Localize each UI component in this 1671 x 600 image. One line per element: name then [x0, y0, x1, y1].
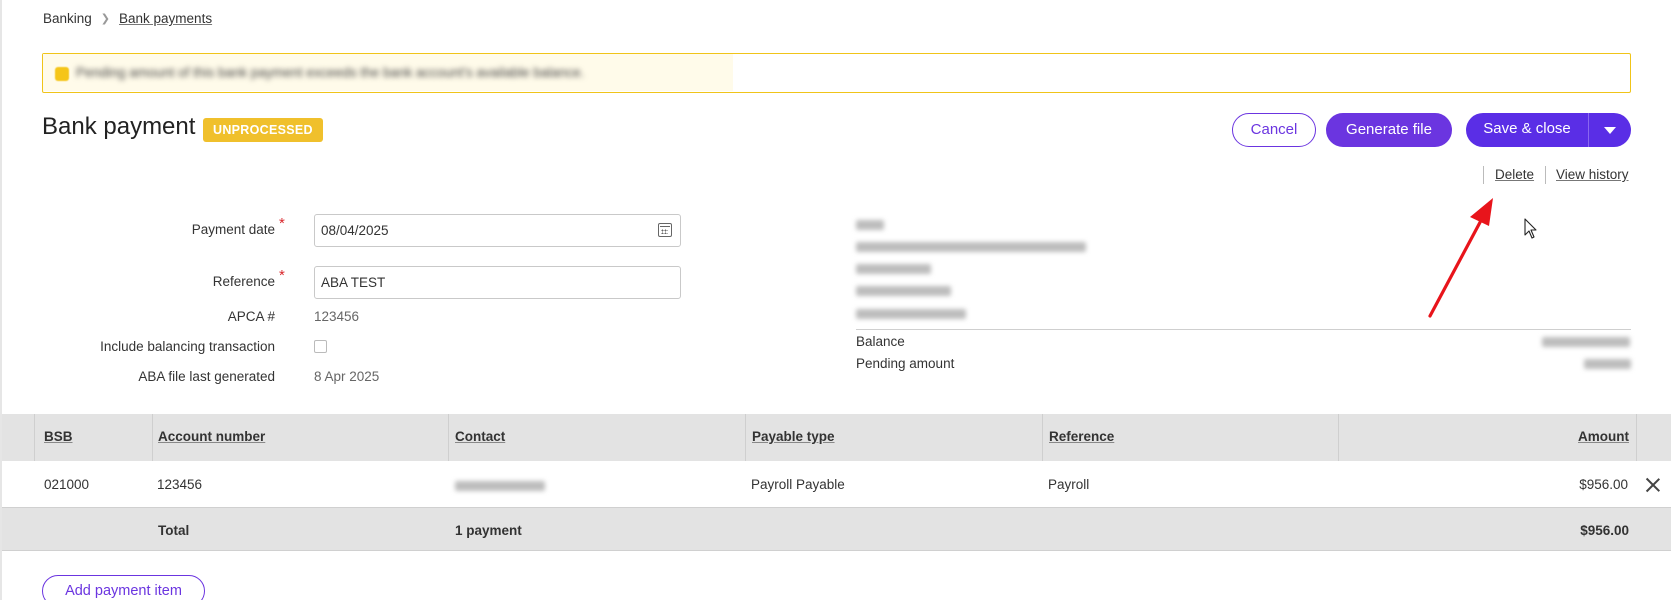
column-divider — [1636, 414, 1637, 461]
breadcrumb-banking[interactable]: Banking — [43, 11, 92, 26]
pending-amount-label: Pending amount — [856, 356, 955, 371]
total-label: Total — [158, 523, 190, 538]
reference-value: ABA TEST — [321, 275, 386, 290]
generate-file-button[interactable]: Generate file — [1326, 113, 1452, 147]
breadcrumb-bank-payments[interactable]: Bank payments — [119, 11, 212, 26]
caret-down-icon — [1604, 127, 1616, 134]
redacted-balance-value — [1542, 337, 1630, 347]
action-divider — [1545, 166, 1546, 184]
info-divider — [856, 329, 1631, 330]
warning-icon — [55, 67, 69, 81]
redacted-account-line — [856, 242, 1086, 252]
required-marker: * — [279, 267, 285, 284]
column-divider — [1338, 414, 1339, 461]
add-payment-item-button[interactable]: Add payment item — [42, 575, 205, 600]
column-divider — [34, 414, 35, 461]
cell-reference: Payroll — [1048, 477, 1090, 492]
cell-bsb: 021000 — [44, 477, 90, 492]
view-history-link[interactable]: View history — [1556, 167, 1629, 182]
cell-payable-type: Payroll Payable — [751, 477, 845, 492]
column-divider — [448, 414, 449, 461]
cell-amount: $956.00 — [1579, 477, 1628, 492]
delete-link[interactable]: Delete — [1495, 167, 1534, 182]
page-title: Bank payment — [42, 113, 196, 140]
redacted-account-line — [856, 264, 931, 274]
balance-label: Balance — [856, 334, 905, 349]
payment-date-value: 08/04/2025 — [321, 223, 389, 238]
total-count: 1 payment — [455, 523, 522, 538]
apca-label: APCA # — [227, 309, 275, 324]
save-options-dropdown-button[interactable] — [1588, 113, 1631, 147]
table-header: BSB Account number Contact Payable type … — [2, 414, 1671, 461]
total-amount: $956.00 — [1580, 523, 1629, 538]
remove-row-close-icon[interactable] — [1645, 477, 1660, 492]
column-divider — [152, 414, 153, 461]
balancing-label: Include balancing transaction — [100, 339, 275, 354]
column-header-amount[interactable]: Amount — [1578, 429, 1629, 444]
cell-contact-redacted — [455, 481, 545, 491]
cancel-button[interactable]: Cancel — [1232, 113, 1316, 147]
redacted-account-line — [856, 286, 951, 296]
apca-value: 123456 — [314, 309, 360, 324]
warning-message: Pending amount of this bank payment exce… — [76, 65, 585, 80]
status-badge: UNPROCESSED — [203, 118, 323, 142]
required-marker: * — [279, 215, 285, 232]
save-and-close-button[interactable]: Save & close — [1466, 113, 1588, 147]
payment-date-field[interactable]: 08/04/2025 — [314, 214, 681, 247]
cell-account-number: 123456 — [157, 477, 203, 492]
payment-date-label: Payment date — [191, 222, 275, 237]
column-divider — [745, 414, 746, 461]
calendar-icon[interactable] — [658, 223, 672, 237]
redacted-pending-value — [1584, 359, 1631, 369]
column-divider — [1042, 414, 1043, 461]
reference-label: Reference — [212, 274, 275, 289]
column-header-reference[interactable]: Reference — [1049, 429, 1114, 444]
aba-generated-value: 8 Apr 2025 — [314, 369, 380, 384]
column-header-account-number[interactable]: Account number — [158, 429, 265, 444]
column-header-contact[interactable]: Contact — [455, 429, 505, 444]
reference-field[interactable]: ABA TEST — [314, 266, 681, 299]
aba-generated-label: ABA file last generated — [138, 369, 275, 384]
redacted-account-line — [856, 220, 884, 230]
breadcrumb: Banking ❯ Bank payments — [43, 11, 212, 26]
column-header-bsb[interactable]: BSB — [44, 429, 73, 444]
table-total-row: Total 1 payment $956.00 — [2, 507, 1671, 551]
mouse-cursor-icon — [1524, 218, 1537, 239]
warning-banner: Pending amount of this bank payment exce… — [42, 53, 1631, 93]
redacted-account-line — [856, 309, 966, 319]
column-header-payable-type[interactable]: Payable type — [752, 429, 835, 444]
action-divider — [1483, 166, 1484, 184]
balancing-checkbox[interactable] — [314, 340, 327, 353]
chevron-right-icon: ❯ — [100, 13, 111, 25]
